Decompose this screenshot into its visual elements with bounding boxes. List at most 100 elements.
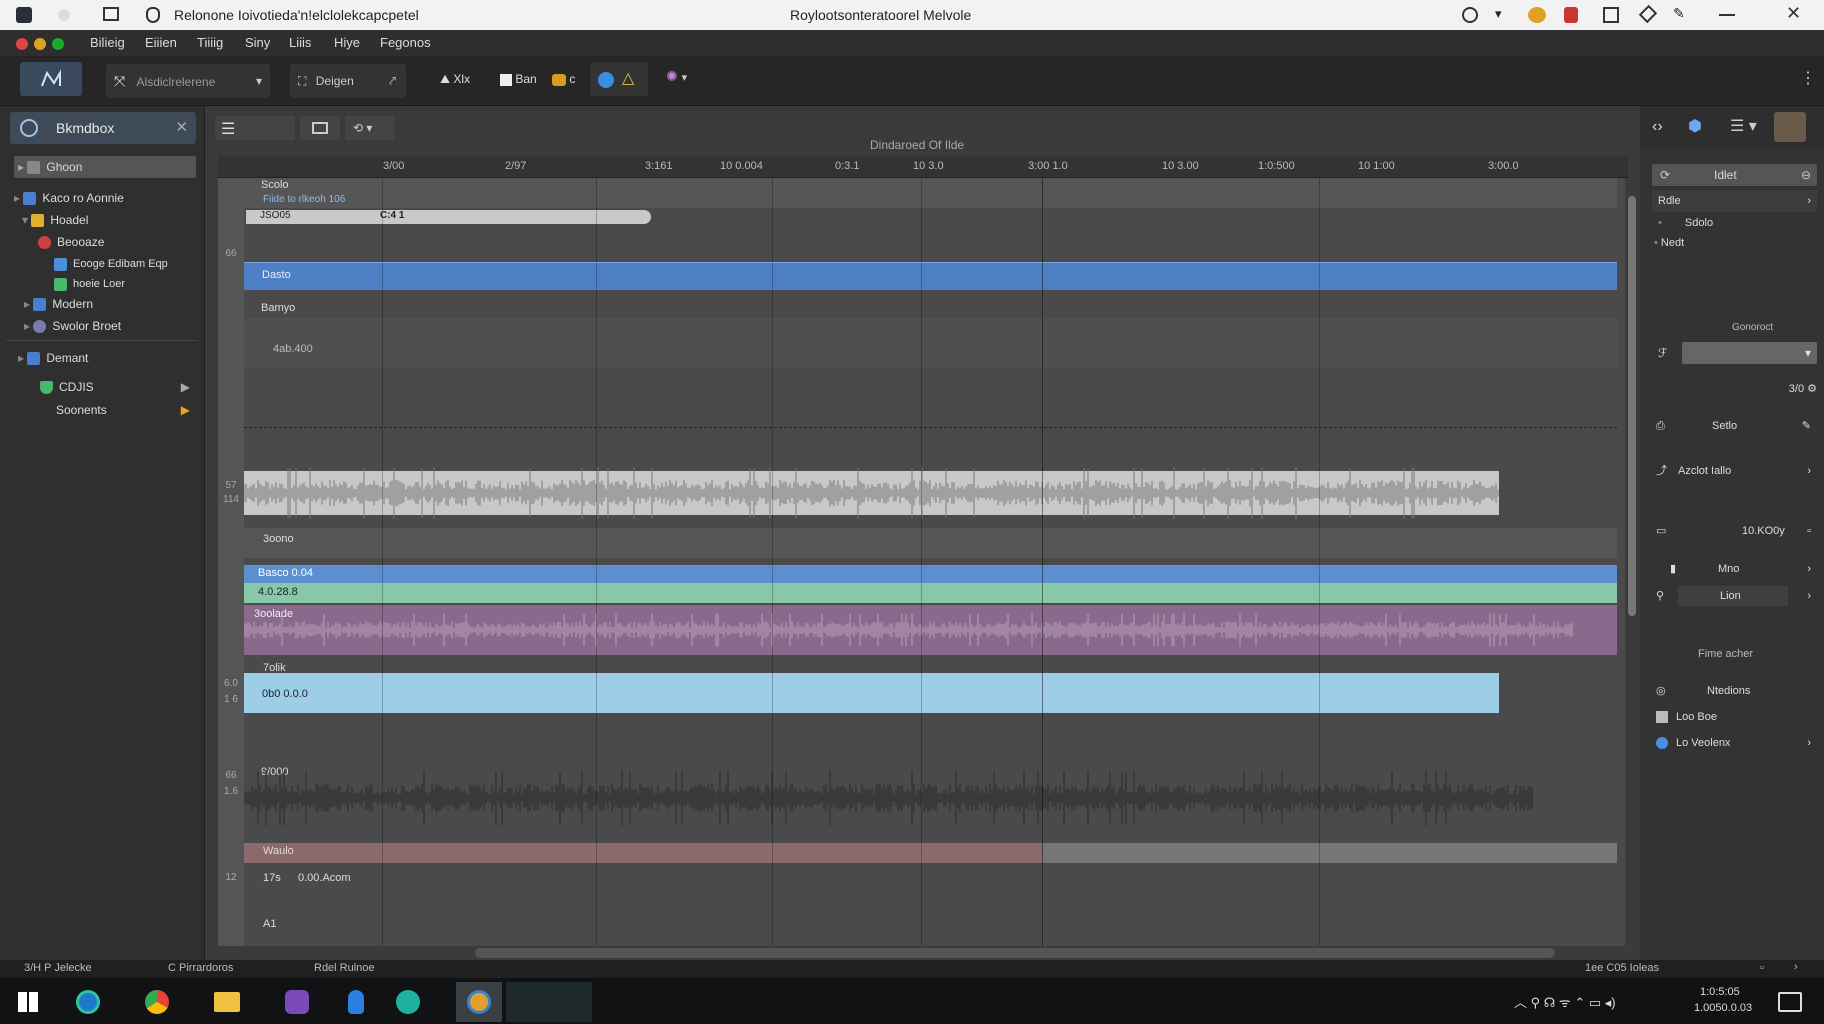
app-icon[interactable] bbox=[348, 990, 364, 1014]
vertical-scrollbar[interactable] bbox=[1627, 186, 1637, 941]
inspector-row[interactable]: Loo Boe bbox=[1652, 706, 1817, 728]
effects-menu[interactable]: ✺ ▾ bbox=[666, 68, 687, 85]
code-icon[interactable]: ‹› bbox=[1652, 118, 1663, 136]
creative-icon[interactable] bbox=[1528, 7, 1546, 23]
horizontal-scrollbar[interactable] bbox=[475, 948, 1555, 958]
inspector-row[interactable]: Lo Veolenx › bbox=[1652, 732, 1817, 754]
checkbox-icon[interactable] bbox=[1656, 711, 1668, 724]
status-tab[interactable]: Rdel Rulnoe bbox=[314, 962, 375, 974]
search-icon[interactable] bbox=[20, 119, 38, 137]
audio-clip[interactable]: 0b0 0.0.0 bbox=[244, 673, 1499, 713]
select-box[interactable] bbox=[1682, 342, 1817, 364]
menu-item[interactable]: Bilieig bbox=[90, 35, 125, 50]
track-lane[interactable] bbox=[1042, 843, 1617, 863]
clip[interactable]: JSO05 C:4 1 bbox=[246, 210, 651, 224]
waveform-clip[interactable]: 3oolade bbox=[244, 605, 1617, 655]
active-app-icon[interactable] bbox=[456, 982, 502, 1022]
menu-item[interactable]: Fegonos bbox=[380, 35, 431, 50]
extension-icon[interactable] bbox=[1564, 7, 1578, 23]
menu-item[interactable]: Hiye bbox=[334, 35, 360, 50]
tool-button-1[interactable]: ⛰ Xlx bbox=[440, 72, 470, 87]
track-lane[interactable] bbox=[244, 843, 1042, 863]
sidebar-item[interactable]: Beooaze bbox=[38, 232, 104, 252]
app-icon[interactable] bbox=[396, 990, 420, 1014]
playhead[interactable] bbox=[1042, 178, 1043, 946]
sidebar-item[interactable]: ▾ Hoadel bbox=[22, 210, 88, 230]
menu-item[interactable]: Siny bbox=[245, 35, 270, 50]
inspector-row[interactable]: ▮ Mno › bbox=[1652, 558, 1817, 580]
design-button[interactable]: ⛶ Deigen ⤤ bbox=[290, 64, 406, 98]
app-icon[interactable] bbox=[285, 990, 309, 1014]
close-icon[interactable]: ✕ bbox=[175, 118, 188, 136]
waveform-clip[interactable] bbox=[244, 463, 1617, 523]
folder-icon[interactable] bbox=[214, 992, 240, 1012]
chrome-icon[interactable] bbox=[145, 990, 169, 1014]
expand-icon[interactable]: ▫ bbox=[1760, 962, 1764, 974]
close-icon[interactable]: ✕ bbox=[1786, 3, 1801, 24]
sidebar-section[interactable]: ▸ Ghoon bbox=[14, 156, 196, 178]
gear-icon[interactable]: ⚙ bbox=[1807, 383, 1817, 395]
chevron-down-icon[interactable]: ▾ bbox=[1495, 6, 1502, 22]
sidebar-item[interactable]: ▸ Demant bbox=[18, 348, 88, 368]
track-lane[interactable] bbox=[244, 528, 1617, 558]
notification-icon[interactable] bbox=[1778, 992, 1802, 1012]
menu-dot-icon[interactable] bbox=[58, 9, 70, 21]
traffic-zoom-icon[interactable] bbox=[52, 38, 64, 50]
pen-icon[interactable]: ✎ bbox=[1673, 5, 1685, 22]
tracks-area[interactable]: Scolo Fiide to rlkeoh 106 JSO05 C:4 1 66… bbox=[218, 178, 1625, 946]
frame-view-button[interactable] bbox=[300, 116, 340, 140]
traffic-minimize-icon[interactable] bbox=[34, 38, 46, 50]
scrollbar-thumb[interactable] bbox=[1628, 196, 1636, 616]
clock-date[interactable]: 1.0050.0.03 bbox=[1694, 1002, 1752, 1014]
inspector-row[interactable]: ▭ 10.KO0y ▫ bbox=[1652, 520, 1817, 542]
sidebar-item[interactable]: Soonents ▶ bbox=[56, 400, 190, 420]
traffic-close-icon[interactable] bbox=[16, 38, 28, 50]
inspector-row[interactable]: ⤴ Azclot Iallo › bbox=[1652, 460, 1817, 482]
minimize-icon[interactable] bbox=[1719, 14, 1735, 16]
inspector-row[interactable]: ◎ Ntedions bbox=[1652, 680, 1817, 702]
track-lane[interactable] bbox=[244, 318, 1617, 368]
time-ruler[interactable]: 3/00 2/97 3:161 10 0.004 0:3.1 10 3.0 3:… bbox=[218, 156, 1628, 178]
inspector-row[interactable]: • Nedt bbox=[1652, 232, 1817, 254]
waveform-clip[interactable] bbox=[244, 763, 1617, 833]
sidebar-item[interactable]: ▸ Swolor Broet bbox=[24, 316, 121, 336]
record-toggle[interactable]: △ bbox=[590, 62, 648, 96]
avatar[interactable] bbox=[1774, 112, 1806, 142]
tool-button-3[interactable]: c bbox=[552, 72, 575, 86]
list-view-button[interactable]: ☰ bbox=[215, 116, 295, 140]
start-icon[interactable] bbox=[18, 992, 38, 1012]
menu-item[interactable]: Tiiiig bbox=[197, 35, 223, 50]
tool-button-2[interactable]: Ban bbox=[500, 72, 537, 86]
window-tile-icon[interactable] bbox=[103, 7, 119, 21]
mode-select[interactable]: ⤧ Alsdiclrelerene ▾ bbox=[106, 64, 270, 98]
audio-clip[interactable]: Dasto bbox=[244, 262, 1617, 290]
status-tab[interactable]: C Pirrardoros bbox=[168, 962, 233, 974]
inspector-row[interactable]: ⎙ Setlo ✎ bbox=[1652, 415, 1817, 437]
sidebar-item[interactable]: ▸ Modern bbox=[24, 294, 93, 314]
inspector-row[interactable]: ⚲ Lion › bbox=[1652, 585, 1817, 607]
inspector-search[interactable]: ⟳ Idlet ⊖ bbox=[1652, 164, 1817, 186]
chevron-right-icon[interactable]: › bbox=[1794, 961, 1798, 973]
inspector-row[interactable]: • Sdolo bbox=[1652, 212, 1817, 234]
menu-item[interactable]: Eiiien bbox=[145, 35, 177, 50]
tray-icons[interactable]: ︿ ⚲ ☊ ᯤ ⌃ ▭ ◂) bbox=[1514, 992, 1616, 1011]
menu-item[interactable]: Liiis bbox=[289, 35, 311, 50]
edge-icon[interactable] bbox=[76, 990, 100, 1014]
loop-dropdown[interactable]: ⟲ ▾ bbox=[345, 116, 395, 140]
parameter-select[interactable]: ℱ ▾ bbox=[1652, 342, 1817, 364]
pin-icon[interactable]: ⬢ bbox=[1688, 116, 1702, 136]
sidebar-item[interactable]: ▸ Kaco ro Aonnie bbox=[14, 188, 124, 208]
sidebar-item[interactable]: CDJIS ▶ bbox=[40, 377, 190, 397]
track-lane[interactable] bbox=[244, 178, 1617, 208]
sidebar-item[interactable]: Eooge Edibam Eqp bbox=[54, 254, 168, 274]
inspector-row[interactable]: Rdle › bbox=[1652, 190, 1817, 212]
menu-icon[interactable]: ☰ ▾ bbox=[1730, 116, 1757, 136]
clock-time[interactable]: 1:0:5:05 bbox=[1700, 986, 1740, 998]
midi-clip[interactable]: Basco 0.04 bbox=[244, 565, 1617, 583]
more-options-icon[interactable]: ⋮ bbox=[1800, 68, 1816, 88]
tag-icon[interactable] bbox=[1638, 4, 1658, 24]
clock-icon[interactable] bbox=[1462, 7, 1478, 23]
home-button[interactable] bbox=[20, 62, 82, 96]
sidebar-item[interactable]: hoeie Loer bbox=[54, 274, 125, 294]
taskbar-slot[interactable] bbox=[506, 982, 592, 1022]
